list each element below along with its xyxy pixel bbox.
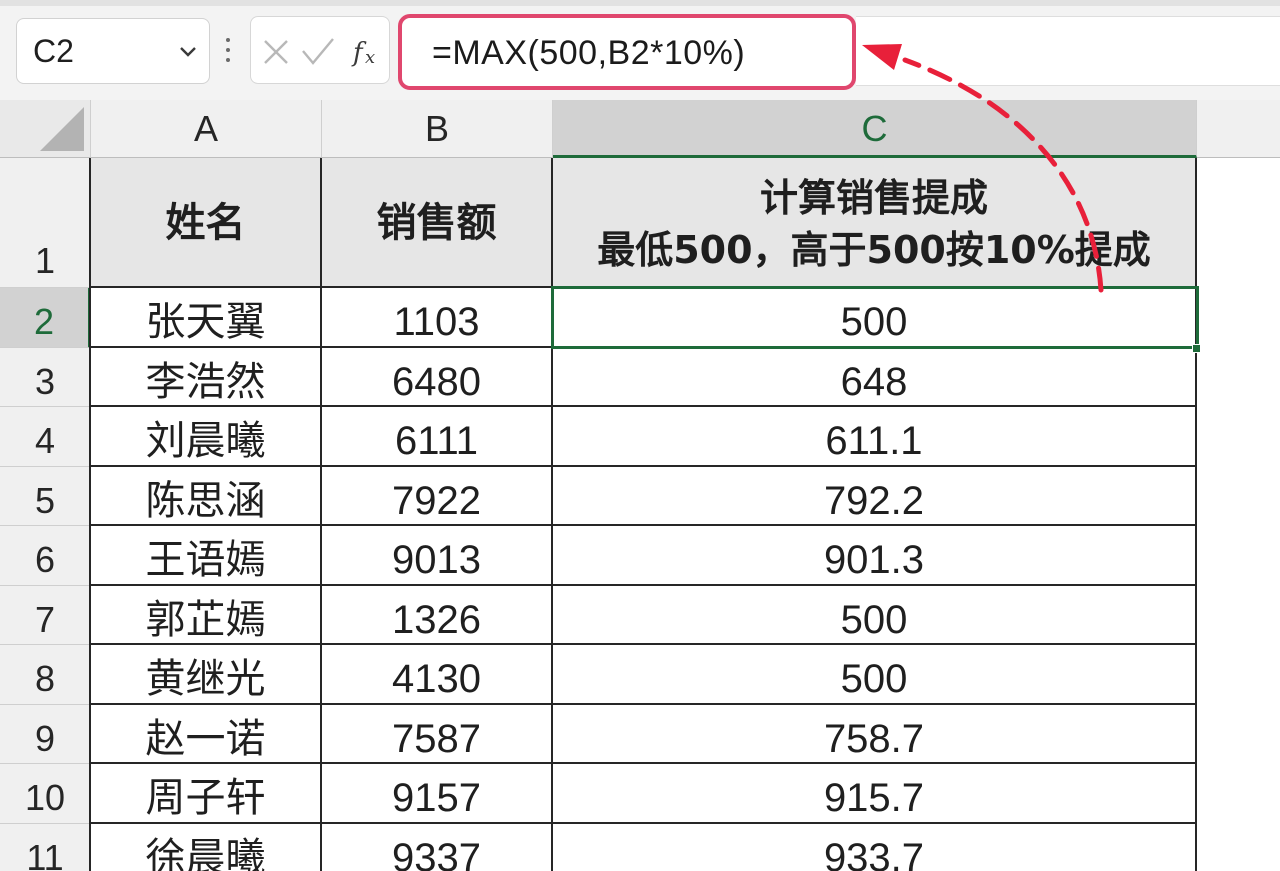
cell-commission[interactable]: 915.7 (553, 764, 1197, 824)
row-header-4[interactable]: 4 (0, 407, 91, 467)
cell-sales[interactable]: 1103 (322, 288, 553, 348)
row-header-8[interactable]: 8 (0, 645, 91, 705)
cell-name[interactable]: 郭芷嫣 (91, 585, 322, 645)
cancel-x-icon[interactable] (264, 40, 288, 64)
column-header-d[interactable] (1197, 100, 1280, 158)
cell-commission[interactable]: 648 (553, 347, 1197, 407)
cell-sales[interactable]: 7922 (322, 466, 553, 526)
formula-controls: f x (250, 16, 390, 84)
header-commission-line2: 最低500，高于500按10%提成 (597, 228, 1151, 272)
name-box[interactable]: C2 (16, 18, 210, 84)
cell-sales[interactable]: 9013 (322, 526, 553, 586)
header-cell-sales[interactable]: 销售额 (322, 158, 553, 288)
row-header-1[interactable]: 1 (0, 158, 91, 288)
confirm-check-icon[interactable] (302, 38, 334, 65)
cell-sales[interactable]: 7587 (322, 704, 553, 764)
cell-name[interactable]: 刘晨曦 (91, 407, 322, 467)
cell-name[interactable]: 张天翼 (91, 288, 322, 348)
cell-commission[interactable]: 611.1 (553, 407, 1197, 467)
cell-commission[interactable]: 500 (553, 288, 1197, 348)
cell-sales[interactable]: 6480 (322, 347, 553, 407)
row-header-5[interactable]: 5 (0, 466, 91, 526)
table-left-border (89, 158, 91, 871)
row-header-6[interactable]: 6 (0, 526, 91, 586)
cell-name[interactable]: 周子轩 (91, 764, 322, 824)
column-header-b[interactable]: B (322, 100, 553, 158)
cell-name[interactable]: 陈思涵 (91, 466, 322, 526)
more-dots-icon[interactable] (224, 38, 232, 68)
cell-name[interactable]: 李浩然 (91, 347, 322, 407)
formula-bar: C2 f x =MAX(500,B2*10%) (0, 0, 1280, 100)
row-header-10[interactable]: 10 (0, 764, 91, 824)
cell-sales[interactable]: 9337 (322, 823, 553, 871)
row-header-7[interactable]: 7 (0, 585, 91, 645)
name-box-value: C2 (33, 33, 74, 69)
cell-commission[interactable]: 500 (553, 585, 1197, 645)
cell-sales[interactable]: 1326 (322, 585, 553, 645)
formula-text: =MAX(500,B2*10%) (432, 34, 746, 72)
cell-name[interactable]: 王语嫣 (91, 526, 322, 586)
formula-input[interactable]: =MAX(500,B2*10%) (398, 14, 856, 90)
column-header-c[interactable]: C (553, 100, 1197, 158)
cell-commission[interactable]: 901.3 (553, 526, 1197, 586)
row-header-2[interactable]: 2 (0, 288, 91, 348)
header-cell-name[interactable]: 姓名 (91, 158, 322, 288)
header-commission-line1: 计算销售提成 (759, 176, 988, 220)
fill-handle[interactable] (1192, 343, 1201, 353)
chevron-down-icon[interactable] (177, 43, 199, 59)
cell-sales[interactable]: 6111 (322, 407, 553, 467)
row-header-11[interactable]: 11 (0, 823, 91, 871)
header-cell-commission[interactable]: 计算销售提成 最低500，高于500按10%提成 (553, 158, 1197, 288)
cell-sales[interactable]: 4130 (322, 645, 553, 705)
cell-commission[interactable]: 933.7 (553, 823, 1197, 871)
cell-name[interactable]: 徐晨曦 (91, 823, 322, 871)
cell-commission[interactable]: 792.2 (553, 466, 1197, 526)
cell-commission[interactable]: 500 (553, 645, 1197, 705)
column-header-a[interactable]: A (91, 100, 322, 158)
worksheet-grid: A B C 1 姓名 销售额 计算销售提成 最低500，高于500按10%提成 … (0, 100, 1280, 871)
fx-icon[interactable]: f x (351, 38, 375, 68)
cell-commission[interactable]: 758.7 (553, 704, 1197, 764)
select-all-corner[interactable] (0, 100, 91, 158)
ribbon-edge (0, 0, 1280, 6)
formula-input-extension[interactable] (856, 16, 1280, 86)
row-header-3[interactable]: 3 (0, 347, 91, 407)
svg-text:x: x (365, 47, 375, 68)
cell-sales[interactable]: 9157 (322, 764, 553, 824)
row-header-9[interactable]: 9 (0, 704, 91, 764)
cell-name[interactable]: 赵一诺 (91, 704, 322, 764)
cell-name[interactable]: 黄继光 (91, 645, 322, 705)
